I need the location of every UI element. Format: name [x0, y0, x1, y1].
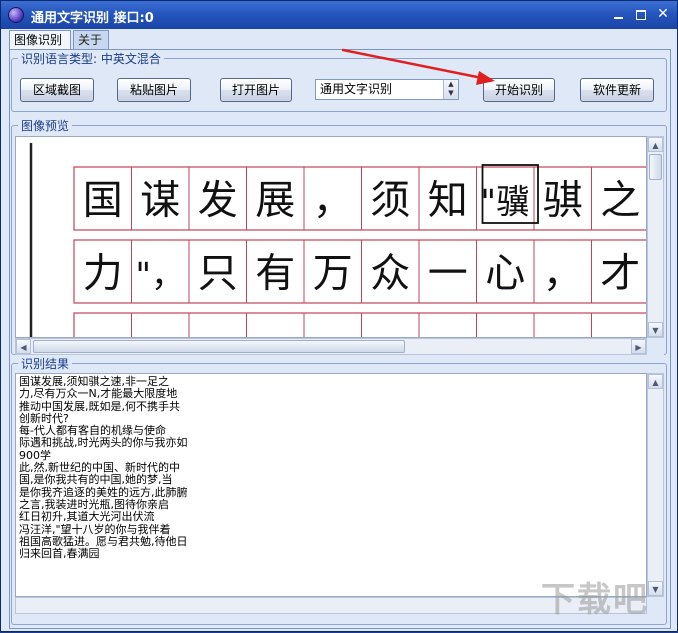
paste-image-button[interactable]: 粘贴图片	[117, 78, 191, 102]
preview-character: 只	[198, 251, 238, 297]
preview-character: 骐	[543, 178, 583, 224]
preview-character: 发	[198, 178, 238, 224]
scrollbar-corner	[647, 338, 664, 355]
scroll-right-icon[interactable]: ▶	[631, 339, 646, 354]
preview-character: 之	[600, 178, 640, 224]
engine-select[interactable]: 通用文字识别 ▲ ▼	[315, 79, 459, 100]
result-vertical-scrollbar[interactable]: ▲ ▼	[647, 373, 664, 597]
software-update-button[interactable]: 软件更新	[580, 78, 654, 102]
minimize-icon	[614, 17, 623, 19]
result-label: 识别结果	[18, 355, 73, 372]
preview-character: 力	[83, 251, 123, 297]
recognition-result-text[interactable]: 国谋发展,须知骐之速,非一足之 力,尽有万众一N,才能最大限度地 推动中国发展,…	[15, 373, 647, 597]
preview-character: 众	[370, 251, 410, 297]
region-capture-button[interactable]: 区域截图	[20, 78, 94, 102]
engine-select-spin[interactable]: ▲ ▼	[443, 80, 458, 99]
scroll-up-icon[interactable]: ▲	[648, 137, 663, 152]
title-bar[interactable]: 通用文字识别 接口:0 ✕	[1, 1, 677, 29]
start-recognition-button[interactable]: 开始识别	[483, 78, 555, 102]
preview-character: "骥	[480, 183, 530, 223]
preview-vertical-thumb[interactable]	[649, 154, 662, 180]
maximize-icon	[636, 10, 646, 20]
preview-label: 图像预览	[18, 117, 73, 134]
close-icon: ✕	[657, 6, 669, 22]
tab-about[interactable]: 关于	[73, 30, 109, 49]
app-window: 通用文字识别 接口:0 ✕ 图像识别 关于 识别语言类型: 中英文混合 区域截图…	[0, 0, 678, 632]
window-title: 通用文字识别 接口:0	[31, 11, 154, 26]
app-logo-icon	[8, 7, 24, 23]
minimize-button[interactable]	[609, 5, 629, 24]
preview-character: "，	[135, 256, 185, 296]
preview-character: 谋	[140, 178, 180, 224]
preview-grid-row	[73, 312, 646, 337]
maximize-button[interactable]	[631, 5, 651, 24]
language-type-label: 识别语言类型: 中英文混合	[18, 50, 164, 67]
engine-select-value: 通用文字识别	[320, 82, 393, 96]
preview-character: 一	[428, 251, 468, 297]
preview-vertical-scrollbar[interactable]: ▲ ▼	[647, 136, 664, 338]
preview-character: 有	[255, 251, 295, 297]
close-button[interactable]: ✕	[653, 5, 673, 24]
scroll-left-icon[interactable]: ◀	[16, 339, 31, 354]
preview-character: 须	[370, 178, 410, 224]
image-preview[interactable]: 国谋发展 ， 须知 "骥骐之力 "， 只有万众一心 ， 才	[15, 136, 647, 338]
scroll-down-icon[interactable]: ▼	[648, 322, 663, 337]
preview-character: ，	[313, 178, 353, 224]
preview-image: 国谋发展 ， 须知 "骥骐之力 "， 只有万众一心 ， 才	[29, 143, 646, 337]
result-scroll-up-icon[interactable]: ▲	[648, 374, 663, 389]
preview-character: 展	[255, 178, 295, 224]
watermark-logo: 下载吧	[541, 580, 649, 620]
chevron-down-icon: ▼	[448, 89, 454, 97]
tab-image-recognition[interactable]: 图像识别	[9, 30, 71, 50]
preview-character: 心	[485, 251, 525, 297]
preview-character: 才	[600, 251, 640, 297]
preview-character: 知	[428, 178, 468, 224]
chevron-up-icon: ▲	[448, 80, 454, 88]
preview-character: 万	[313, 251, 353, 297]
preview-horizontal-scrollbar[interactable]: ◀ ▶	[15, 338, 647, 355]
preview-character: ，	[543, 251, 583, 297]
preview-horizontal-thumb[interactable]	[33, 340, 405, 353]
preview-character: 国	[83, 178, 123, 224]
open-image-button[interactable]: 打开图片	[220, 78, 292, 102]
